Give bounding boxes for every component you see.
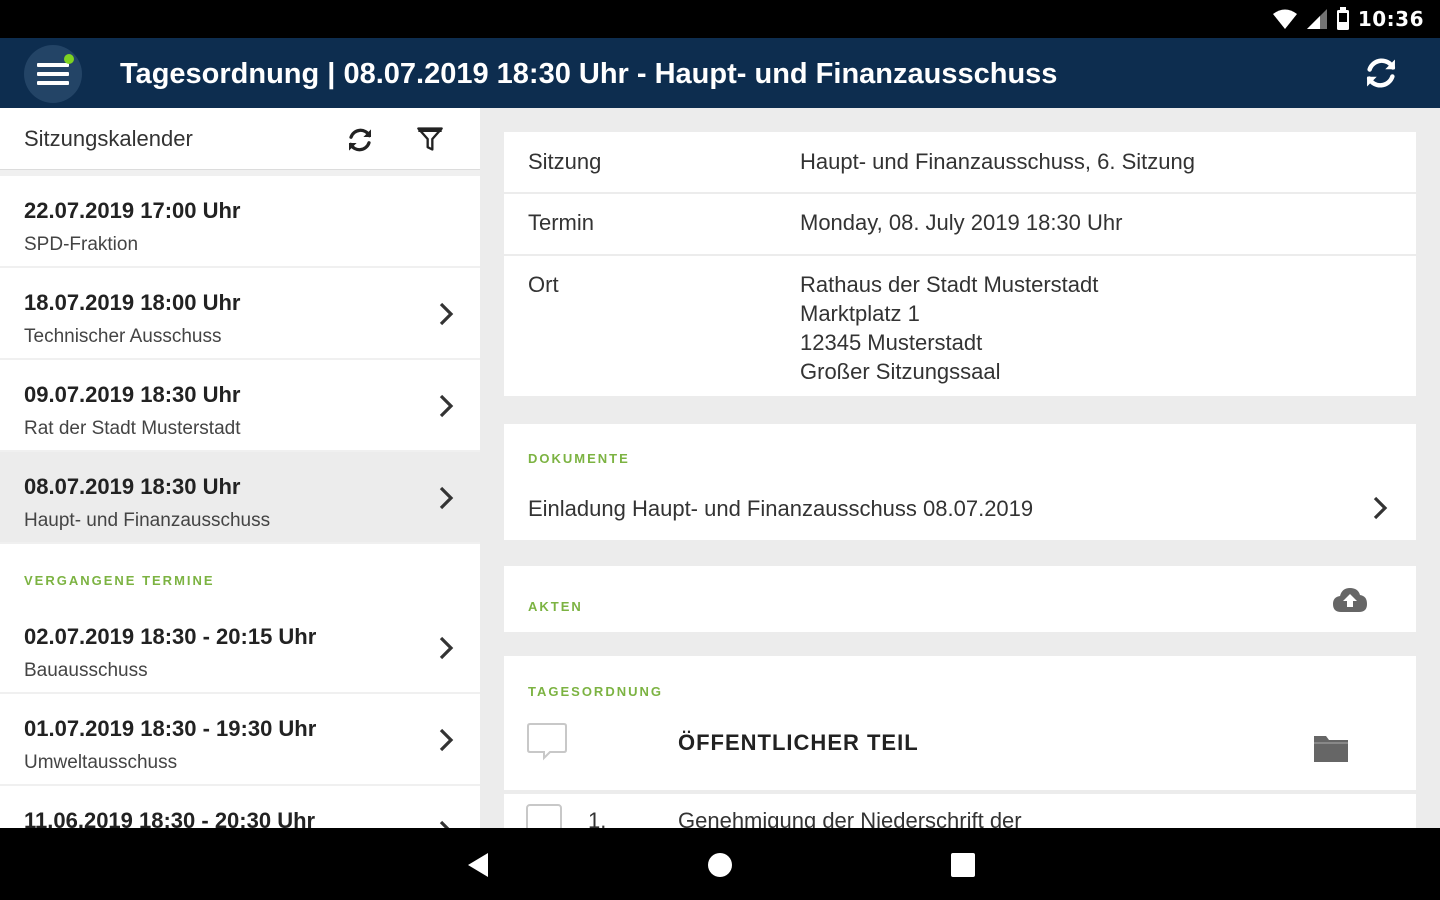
hamburger-icon <box>37 63 69 85</box>
files-label: AKTEN <box>528 599 583 614</box>
battery-icon <box>1336 7 1349 30</box>
status-icons: 10:36 <box>1272 6 1424 32</box>
chevron-right-icon <box>1373 496 1388 520</box>
detail-label: Sitzung <box>528 149 602 174</box>
meeting-date: 02.07.2019 18:30 - 20:15 Uhr <box>24 624 317 649</box>
agenda-card: TAGESORDNUNG ÖFFENTLICHER TEIL <box>504 656 1416 790</box>
past-meetings-label: VERGANGENE TERMINE <box>24 573 215 588</box>
meeting-item[interactable]: 02.07.2019 18:30 - 20:15 Uhr Bauausschus… <box>0 602 480 692</box>
meeting-item[interactable]: 11.06.2019 18:30 - 20:30 Uhr <box>0 786 480 828</box>
meeting-item[interactable]: 18.07.2019 18:00 Uhr Technischer Ausschu… <box>0 268 480 358</box>
filter-icon[interactable] <box>416 125 444 153</box>
chevron-right-icon <box>439 302 454 326</box>
cloud-upload-icon[interactable] <box>1332 586 1368 614</box>
detail-value: Haupt- und Finanzausschuss, 6. Sitzung <box>800 149 1196 174</box>
meeting-date: 18.07.2019 18:00 Uhr <box>24 290 241 315</box>
chevron-right-icon <box>439 394 454 418</box>
meeting-date: 01.07.2019 18:30 - 19:30 Uhr <box>24 716 317 741</box>
detail-row-ort: Ort Rathaus der Stadt Musterstadt Marktp… <box>504 256 1416 396</box>
chevron-right-icon <box>439 820 450 828</box>
meeting-item[interactable]: 09.07.2019 18:30 Uhr Rat der Stadt Muste… <box>0 360 480 450</box>
detail-value: Monday, 08. July 2019 18:30 Uhr <box>800 210 1123 235</box>
document-item[interactable]: Einladung Haupt- und Finanzausschuss 08.… <box>504 480 1416 534</box>
address-line: 12345 Musterstadt <box>800 330 983 355</box>
detail-row-sitzung: Sitzung Haupt- und Finanzausschuss, 6. S… <box>504 132 1416 192</box>
folder-icon[interactable] <box>1312 732 1350 764</box>
content-area: Sitzungskalender 22.07.2019 17:00 Uhr SP… <box>0 108 1440 828</box>
meeting-committee: Technischer Ausschuss <box>24 326 222 347</box>
meeting-date: 08.07.2019 18:30 Uhr <box>24 474 241 499</box>
comment-icon[interactable] <box>526 722 568 762</box>
documents-card: DOKUMENTE Einladung Haupt- und Finanzaus… <box>504 424 1416 540</box>
address-line: Marktplatz 1 <box>800 301 920 326</box>
past-section-header: VERGANGENE TERMINE <box>0 544 480 604</box>
meeting-date: 22.07.2019 17:00 Uhr <box>24 198 241 223</box>
chevron-right-icon <box>439 486 454 510</box>
app-bar: Tagesordnung | 08.07.2019 18:30 Uhr - Ha… <box>0 38 1440 108</box>
clock: 10:36 <box>1357 7 1424 31</box>
meeting-date: 11.06.2019 18:30 - 20:30 Uhr <box>24 808 316 828</box>
detail-label: Ort <box>528 272 559 297</box>
meeting-item[interactable]: 22.07.2019 17:00 Uhr SPD-Fraktion <box>0 176 480 266</box>
detail-label: Termin <box>528 210 595 235</box>
home-icon[interactable] <box>706 851 734 879</box>
notification-dot <box>64 54 74 64</box>
refresh-icon[interactable] <box>1362 54 1400 92</box>
navigation-bar <box>0 828 1440 900</box>
calendar-header: Sitzungskalender <box>0 108 480 170</box>
address-line: Rathaus der Stadt Musterstadt <box>800 272 1099 297</box>
calendar-refresh-icon[interactable] <box>345 125 375 155</box>
meeting-committee: Umweltausschuss <box>24 752 178 773</box>
meeting-committee: SPD-Fraktion <box>24 234 139 255</box>
documents-label: DOKUMENTE <box>528 451 630 466</box>
meeting-calendar-panel: Sitzungskalender 22.07.2019 17:00 Uhr SP… <box>0 108 480 828</box>
chevron-right-icon <box>439 636 454 660</box>
back-icon[interactable] <box>466 852 490 878</box>
agenda-label: TAGESORDNUNG <box>528 684 663 699</box>
detail-row-termin: Termin Monday, 08. July 2019 18:30 Uhr <box>504 194 1416 254</box>
calendar-title: Sitzungskalender <box>24 126 193 151</box>
meeting-item[interactable]: 01.07.2019 18:30 - 19:30 Uhr Umweltaussc… <box>0 694 480 784</box>
status-bar: 10:36 <box>0 0 1440 38</box>
agenda-section-row[interactable]: ÖFFENTLICHER TEIL <box>504 712 1416 782</box>
app-screen: 10:36 Tagesordnung | 08.07.2019 18:30 Uh… <box>0 0 1440 900</box>
signal-icon <box>1306 9 1327 29</box>
address-line: Großer Sitzungssaal <box>800 359 1001 384</box>
address-block: Rathaus der Stadt Musterstadt Marktplatz… <box>800 270 1098 386</box>
wifi-icon <box>1272 9 1297 29</box>
recents-icon[interactable] <box>950 852 976 878</box>
agenda-item[interactable]: 1. Genehmigung der Niederschrift der <box>504 794 1416 828</box>
chevron-right-icon <box>439 728 454 752</box>
meeting-details-panel: Sitzung Haupt- und Finanzausschuss, 6. S… <box>504 108 1416 828</box>
menu-button[interactable] <box>24 45 82 103</box>
meeting-committee: Haupt- und Finanzausschuss <box>24 510 271 531</box>
document-title: Einladung Haupt- und Finanzausschuss 08.… <box>528 496 1034 521</box>
agenda-item-number: 1. <box>588 808 607 828</box>
meeting-committee: Rat der Stadt Musterstadt <box>24 418 241 439</box>
agenda-section-title: ÖFFENTLICHER TEIL <box>678 730 919 755</box>
meeting-item-selected[interactable]: 08.07.2019 18:30 Uhr Haupt- und Finanzau… <box>0 452 480 542</box>
page-title: Tagesordnung | 08.07.2019 18:30 Uhr - Ha… <box>120 58 1058 90</box>
meeting-committee: Bauausschuss <box>24 660 148 681</box>
agenda-item-checkbox[interactable] <box>526 804 562 828</box>
files-card: AKTEN <box>504 566 1416 632</box>
agenda-item-title: Genehmigung der Niederschrift der <box>678 808 1022 828</box>
meeting-date: 09.07.2019 18:30 Uhr <box>24 382 241 407</box>
